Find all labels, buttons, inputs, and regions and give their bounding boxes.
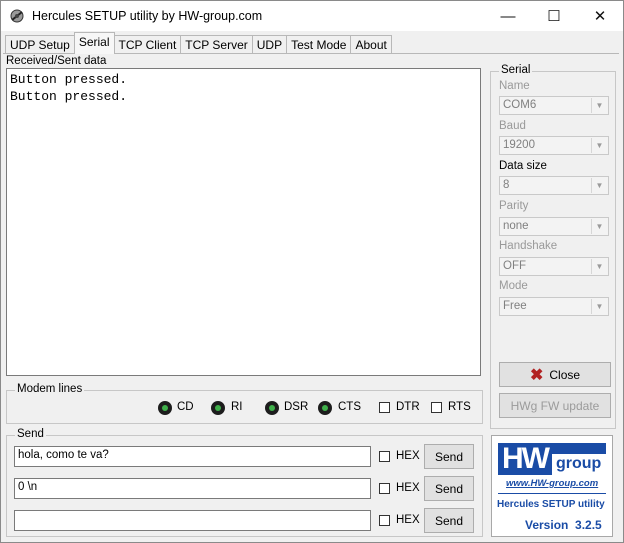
hex-checkbox-3[interactable] bbox=[379, 515, 390, 526]
name-label: Name bbox=[499, 80, 530, 92]
send-button-3[interactable]: Send bbox=[424, 508, 474, 533]
baud-value: 19200 bbox=[503, 139, 535, 151]
chevron-down-icon: ▼ bbox=[591, 98, 607, 113]
minimize-icon: — bbox=[500, 7, 516, 25]
mode-select[interactable]: Free ▼ bbox=[499, 297, 609, 316]
send-input-1[interactable]: hola, como te va? bbox=[14, 446, 371, 467]
title-bar[interactable]: Hercules SETUP utility by HW-group.com —… bbox=[1, 1, 623, 31]
hex-checkbox-2[interactable] bbox=[379, 483, 390, 494]
send-label-3: Send bbox=[434, 513, 464, 528]
send-input-3[interactable] bbox=[14, 510, 371, 531]
tab-udp[interactable]: UDP bbox=[251, 35, 288, 54]
ri-label: RI bbox=[231, 401, 243, 413]
handshake-label: Handshake bbox=[499, 240, 558, 252]
hex-checkbox-1[interactable] bbox=[379, 451, 390, 462]
serial-group-title: Serial bbox=[499, 64, 533, 76]
hex-label-3: HEX bbox=[396, 514, 420, 526]
baud-select[interactable]: 19200 ▼ bbox=[499, 136, 609, 155]
chevron-down-icon: ▼ bbox=[591, 178, 607, 193]
logo-version: Version 3.2.5 bbox=[525, 518, 602, 532]
app-window: Hercules SETUP utility by HW-group.com —… bbox=[0, 0, 624, 543]
cts-led-icon bbox=[318, 401, 332, 415]
dtr-checkbox[interactable] bbox=[379, 402, 390, 413]
send-group-title: Send bbox=[15, 428, 46, 440]
mode-value: Free bbox=[503, 300, 527, 312]
hex-label-1: HEX bbox=[396, 450, 420, 462]
chevron-down-icon: ▼ bbox=[591, 219, 607, 234]
received-line: Button pressed. bbox=[10, 72, 128, 87]
parity-label: Parity bbox=[499, 200, 529, 212]
send-input-2[interactable]: 0 \n bbox=[14, 478, 371, 499]
chevron-down-icon: ▼ bbox=[591, 299, 607, 314]
handshake-value: OFF bbox=[503, 260, 526, 272]
datasize-label: Data size bbox=[499, 160, 547, 172]
rts-checkbox[interactable] bbox=[431, 402, 442, 413]
tab-strip: UDP Setup Serial TCP Client TCP Server U… bbox=[5, 32, 392, 54]
send-button-1[interactable]: Send bbox=[424, 444, 474, 469]
name-value: COM6 bbox=[503, 99, 537, 111]
tab-about[interactable]: About bbox=[350, 35, 392, 54]
datasize-select[interactable]: 8 ▼ bbox=[499, 176, 609, 195]
hex-label-2: HEX bbox=[396, 482, 420, 494]
received-data-area[interactable]: Button pressed. Button pressed. bbox=[6, 68, 481, 376]
rts-label: RTS bbox=[448, 401, 471, 413]
tab-tcp-server[interactable]: TCP Server bbox=[180, 35, 253, 54]
chevron-down-icon: ▼ bbox=[591, 138, 607, 153]
modem-lines-title: Modem lines bbox=[15, 383, 85, 395]
parity-value: none bbox=[503, 220, 529, 232]
cts-label: CTS bbox=[338, 401, 361, 413]
send-button-2[interactable]: Send bbox=[424, 476, 474, 501]
ri-led-icon bbox=[211, 401, 225, 415]
close-port-label: Close bbox=[549, 367, 581, 382]
cd-label: CD bbox=[177, 401, 194, 413]
handshake-select[interactable]: OFF ▼ bbox=[499, 257, 609, 276]
tab-serial[interactable]: Serial bbox=[73, 32, 115, 54]
logo-divider bbox=[498, 493, 606, 494]
dtr-label: DTR bbox=[396, 401, 420, 413]
hwg-fw-update-button[interactable]: HWg FW update bbox=[499, 393, 611, 418]
hw-group-logo-mark: HW group bbox=[498, 443, 606, 475]
send-label-1: Send bbox=[434, 449, 464, 464]
received-line: Button pressed. bbox=[10, 89, 128, 104]
datasize-value: 8 bbox=[503, 179, 510, 191]
send-label-2: Send bbox=[434, 481, 464, 496]
window-title: Hercules SETUP utility by HW-group.com bbox=[32, 9, 263, 23]
logo-hw-text: HW bbox=[502, 442, 550, 475]
parity-select[interactable]: none ▼ bbox=[499, 217, 609, 236]
hercules-app-icon bbox=[10, 9, 24, 23]
maximize-button[interactable]: ☐ bbox=[531, 1, 577, 31]
chevron-down-icon: ▼ bbox=[591, 259, 607, 274]
cd-led-icon bbox=[158, 401, 172, 415]
logo-group-text: group bbox=[556, 455, 602, 472]
name-select[interactable]: COM6 ▼ bbox=[499, 96, 609, 115]
tab-test-mode[interactable]: Test Mode bbox=[286, 35, 352, 54]
mode-label: Mode bbox=[499, 280, 528, 292]
logo-url: www.HW-group.com bbox=[506, 478, 599, 489]
dsr-led-icon bbox=[265, 401, 279, 415]
maximize-icon: ☐ bbox=[547, 8, 561, 25]
close-x-icon: ✖ bbox=[529, 366, 544, 384]
close-icon: ✕ bbox=[593, 8, 607, 25]
logo-group-box: group bbox=[552, 454, 606, 475]
baud-label: Baud bbox=[499, 120, 526, 132]
hw-group-logo[interactable]: HW group www.HW-group.com Hercules SETUP… bbox=[491, 435, 613, 537]
tab-udp-setup[interactable]: UDP Setup bbox=[5, 35, 75, 54]
received-label: Received/Sent data bbox=[6, 55, 107, 67]
tab-tcp-client[interactable]: TCP Client bbox=[113, 35, 182, 54]
dsr-label: DSR bbox=[284, 401, 309, 413]
minimize-button[interactable]: — bbox=[485, 1, 531, 31]
close-window-button[interactable]: ✕ bbox=[577, 1, 623, 31]
fw-update-label: HWg FW update bbox=[510, 398, 600, 413]
logo-product: Hercules SETUP utility bbox=[497, 499, 605, 510]
close-port-button[interactable]: ✖ Close bbox=[499, 362, 611, 387]
